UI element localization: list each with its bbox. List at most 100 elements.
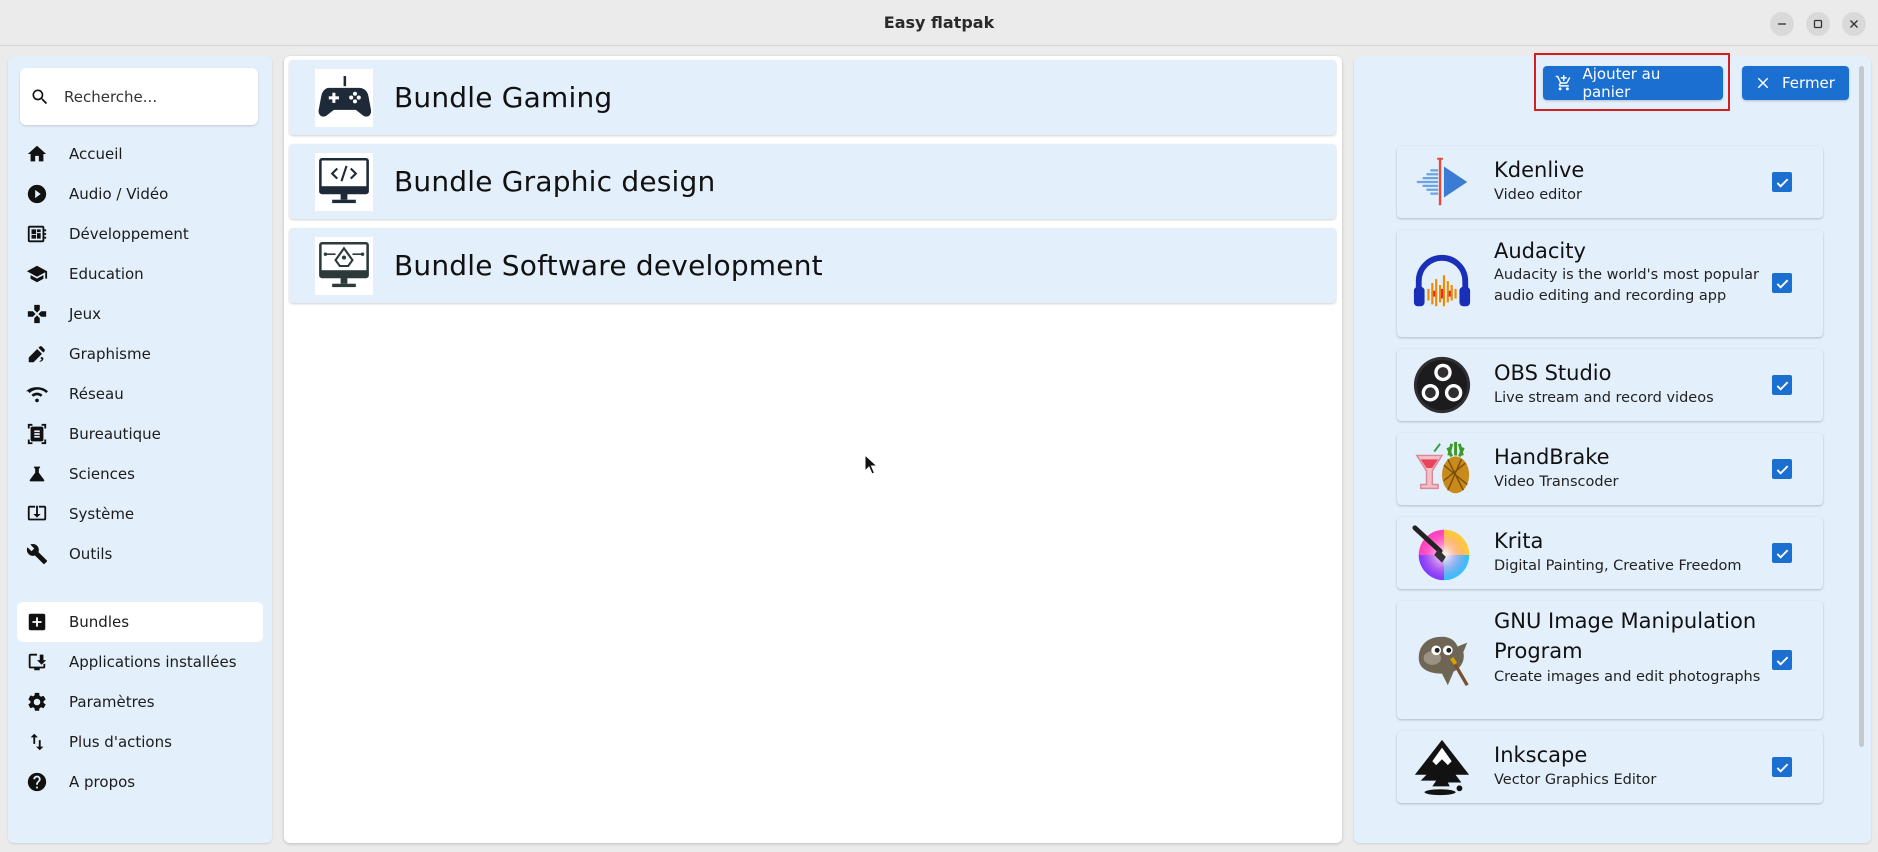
app-item-obs-studio[interactable]: OBS Studio Live stream and record videos	[1397, 349, 1823, 421]
close-button[interactable]: Fermer	[1742, 66, 1849, 100]
sidebar-item-label: Graphisme	[69, 345, 151, 363]
bundle-thumbnail	[315, 152, 373, 211]
focus-highlight	[1534, 53, 1730, 111]
bundle-item-gaming[interactable]: Bundle Gaming	[289, 60, 1336, 135]
sidebar-item-label: A propos	[69, 773, 136, 791]
app-checkbox[interactable]	[1772, 172, 1792, 192]
play-circle-icon	[27, 184, 47, 204]
app-description: Live stream and record videos	[1494, 390, 1714, 406]
bundle-thumbnail	[315, 68, 373, 127]
bundle-list-panel: Bundle Gaming Bundle Graphic design Bund…	[284, 56, 1342, 843]
app-checkbox[interactable]	[1772, 375, 1792, 395]
sidebar: Accueil Audio / Vidéo Développement Educ…	[8, 56, 272, 843]
sidebar-item-label: Paramètres	[69, 693, 155, 711]
sidebar-item-parametres[interactable]: Paramètres	[8, 682, 272, 722]
sidebar-item-label: Développement	[69, 225, 189, 243]
app-checkbox[interactable]	[1772, 273, 1792, 293]
bundle-item-graphic-design[interactable]: Bundle Graphic design	[289, 144, 1336, 219]
audacity-icon	[1413, 254, 1471, 307]
app-name: HandBrake	[1494, 445, 1610, 469]
krita-icon	[1412, 525, 1470, 581]
sidebar-item-label: Bureautique	[69, 425, 161, 443]
app-item-audacity[interactable]: Audacity Audacity is the world's most po…	[1397, 230, 1823, 337]
sidebar-item-a-propos[interactable]: A propos	[8, 762, 272, 802]
app-checkbox[interactable]	[1772, 650, 1792, 670]
sidebar-item-label: Sciences	[69, 465, 135, 483]
handbrake-icon	[1415, 441, 1470, 494]
app-name: Inkscape	[1494, 743, 1588, 767]
draw-icon	[28, 346, 45, 363]
install-desktop-icon	[28, 653, 47, 671]
app-item-krita[interactable]: Krita Digital Painting, Creative Freedom	[1397, 517, 1823, 589]
sidebar-item-developpement[interactable]: Développement	[8, 214, 272, 254]
sidebar-item-accueil[interactable]: Accueil	[8, 134, 272, 174]
checkmark-icon	[1776, 381, 1788, 391]
network-icon	[26, 387, 48, 403]
app-item-inkscape[interactable]: Inkscape Vector Graphics Editor	[1397, 731, 1823, 803]
app-name: GNU Image Manipulation Program	[1494, 609, 1757, 663]
sidebar-item-audio-video[interactable]: Audio / Vidéo	[8, 174, 272, 214]
sidebar-item-education[interactable]: Education	[8, 254, 272, 294]
sidebar-item-applications-installees[interactable]: Applications installées	[8, 642, 272, 682]
app-name: OBS Studio	[1494, 361, 1612, 385]
gamepad-icon	[27, 304, 47, 324]
sidebar-item-label: Plus d'actions	[69, 733, 172, 751]
sidebar-item-label: Système	[69, 505, 135, 523]
maximize-icon	[1813, 19, 1823, 29]
sidebar-item-outils[interactable]: Outils	[8, 534, 272, 574]
sidebar-item-label: Applications installées	[69, 653, 237, 671]
checkmark-icon	[1776, 763, 1788, 773]
app-name: Krita	[1494, 529, 1544, 553]
app-description: Video Transcoder	[1494, 474, 1619, 490]
window-title: Easy flatpak	[883, 13, 995, 32]
minimize-button[interactable]	[1770, 12, 1794, 36]
bundle-title: Bundle Gaming	[394, 81, 613, 114]
search-input[interactable]	[64, 87, 244, 106]
sidebar-item-systeme[interactable]: Système	[8, 494, 272, 534]
sidebar-item-label: Bundles	[69, 613, 130, 631]
app-checkbox[interactable]	[1772, 543, 1792, 563]
inkscape-icon	[1414, 739, 1470, 796]
sidebar-item-label: Réseau	[69, 385, 124, 403]
bundle-item-software-development[interactable]: Bundle Software development	[289, 228, 1336, 303]
checkmark-icon	[1776, 656, 1788, 666]
app-item-handbrake[interactable]: HandBrake Video Transcoder	[1397, 433, 1823, 505]
checkmark-icon	[1776, 549, 1788, 559]
scrollbar[interactable]	[1859, 66, 1864, 747]
sidebar-item-jeux[interactable]: Jeux	[8, 294, 272, 334]
action-nav: Bundles Applications installées Paramètr…	[8, 602, 272, 802]
obs-icon	[1413, 356, 1471, 414]
app-item-kdenlive[interactable]: Kdenlive Video editor	[1397, 146, 1823, 218]
close-window-button[interactable]	[1842, 12, 1866, 36]
home-icon	[27, 145, 47, 162]
monitor-pen-icon	[319, 241, 369, 287]
search-box[interactable]	[20, 68, 258, 125]
sidebar-item-label: Jeux	[69, 305, 102, 323]
maximize-button[interactable]	[1806, 12, 1830, 36]
sidebar-item-plus-actions[interactable]: Plus d'actions	[8, 722, 272, 762]
app-description: Digital Painting, Creative Freedom	[1494, 558, 1742, 574]
bundle-title: Bundle Graphic design	[394, 165, 716, 198]
minimize-icon	[1778, 23, 1786, 25]
search-icon	[32, 89, 48, 104]
gamepad-icon	[318, 75, 371, 117]
sidebar-item-label: Outils	[69, 545, 113, 563]
app-checkbox[interactable]	[1772, 459, 1792, 479]
sidebar-item-reseau[interactable]: Réseau	[8, 374, 272, 414]
system-update-icon	[27, 505, 47, 521]
sidebar-item-bundles[interactable]: Bundles	[17, 602, 263, 642]
bundle-detail-panel: Ajouter au panier Fermer Kdenlive Video …	[1354, 53, 1871, 843]
sidebar-item-graphisme[interactable]: Graphisme	[8, 334, 272, 374]
add-box-icon	[28, 613, 46, 631]
flask-icon	[29, 466, 45, 482]
app-item-gimp[interactable]: GNU Image Manipulation Program Create im…	[1397, 601, 1823, 719]
wrench-icon	[26, 544, 48, 565]
category-nav: Accueil Audio / Vidéo Développement Educ…	[8, 134, 272, 574]
swap-vert-icon	[30, 733, 44, 751]
developer-board-icon	[27, 225, 47, 243]
app-checkbox[interactable]	[1772, 757, 1792, 777]
help-icon	[27, 772, 47, 792]
sidebar-item-sciences[interactable]: Sciences	[8, 454, 272, 494]
sidebar-item-bureautique[interactable]: Bureautique	[8, 414, 272, 454]
gimp-icon	[1418, 636, 1469, 687]
